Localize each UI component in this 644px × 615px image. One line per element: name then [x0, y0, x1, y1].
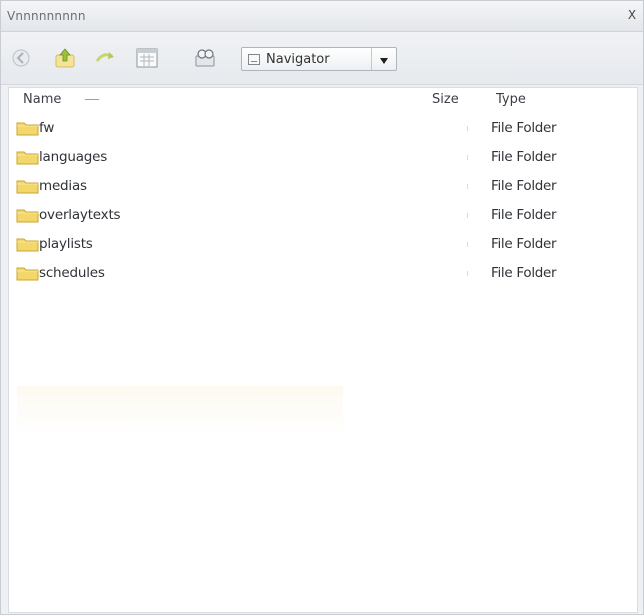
item-name: languages: [39, 149, 108, 165]
item-type: File Folder: [491, 236, 557, 252]
folder-icon: [16, 178, 40, 194]
item-name: schedules: [39, 265, 105, 281]
list-item[interactable]: schedules File Folder: [9, 261, 637, 285]
item-type: File Folder: [491, 207, 557, 223]
item-type: File Folder: [491, 265, 557, 281]
view-calendar-icon: [134, 46, 160, 70]
folder-icon: [16, 265, 40, 281]
list-item[interactable]: playlists File Folder: [9, 232, 637, 256]
title-bar[interactable]: Vnnnnnnnnn X: [1, 1, 643, 32]
location-value: Navigator: [266, 52, 330, 67]
item-type: File Folder: [491, 178, 557, 194]
folder-icon: [16, 149, 40, 165]
location-dropdown[interactable]: Navigator: [241, 47, 397, 71]
location-icon: [248, 54, 260, 65]
search-button[interactable]: [191, 44, 219, 72]
file-explorer-window: Vnnnnnnnnn X Navigator Name Size Type fw…: [0, 0, 644, 615]
list-item[interactable]: fw File Folder: [9, 116, 637, 140]
size-cell: [467, 213, 468, 218]
forward-icon: [93, 46, 117, 70]
size-cell: [467, 155, 468, 160]
item-name: playlists: [39, 236, 93, 252]
chevron-down-icon: [379, 50, 389, 69]
column-header-row: Name Size Type: [9, 88, 637, 110]
view-button[interactable]: [133, 44, 161, 72]
item-name: fw: [39, 120, 55, 136]
window-title: Vnnnnnnnnn: [7, 9, 86, 23]
back-icon: [10, 47, 32, 69]
item-type: File Folder: [491, 120, 557, 136]
toolbar: Navigator: [1, 32, 643, 85]
list-item[interactable]: languages File Folder: [9, 145, 637, 169]
forward-button[interactable]: [91, 44, 119, 72]
size-cell: [467, 184, 468, 189]
folder-icon: [16, 236, 40, 252]
list-item[interactable]: overlaytexts File Folder: [9, 203, 637, 227]
back-button[interactable]: [7, 44, 35, 72]
close-icon[interactable]: X: [625, 7, 639, 23]
up-folder-button[interactable]: [51, 44, 79, 72]
search-icon: [192, 46, 218, 70]
item-name: overlaytexts: [39, 207, 121, 223]
up-folder-icon: [53, 46, 77, 70]
column-header-size[interactable]: Size: [432, 92, 459, 108]
item-name: medias: [39, 178, 87, 194]
folder-icon: [16, 207, 40, 223]
dropdown-button[interactable]: [371, 48, 396, 70]
size-cell: [467, 271, 468, 276]
column-header-name[interactable]: Name: [23, 92, 61, 108]
folder-icon: [16, 120, 40, 136]
item-type: File Folder: [491, 149, 557, 165]
size-cell: [467, 242, 468, 247]
column-header-type[interactable]: Type: [496, 92, 526, 108]
background-fade: [17, 386, 343, 436]
list-item[interactable]: medias File Folder: [9, 174, 637, 198]
file-list[interactable]: Name Size Type fw File Folder languages …: [8, 87, 638, 613]
sort-indicator-icon: [85, 99, 99, 100]
size-cell: [467, 126, 468, 131]
